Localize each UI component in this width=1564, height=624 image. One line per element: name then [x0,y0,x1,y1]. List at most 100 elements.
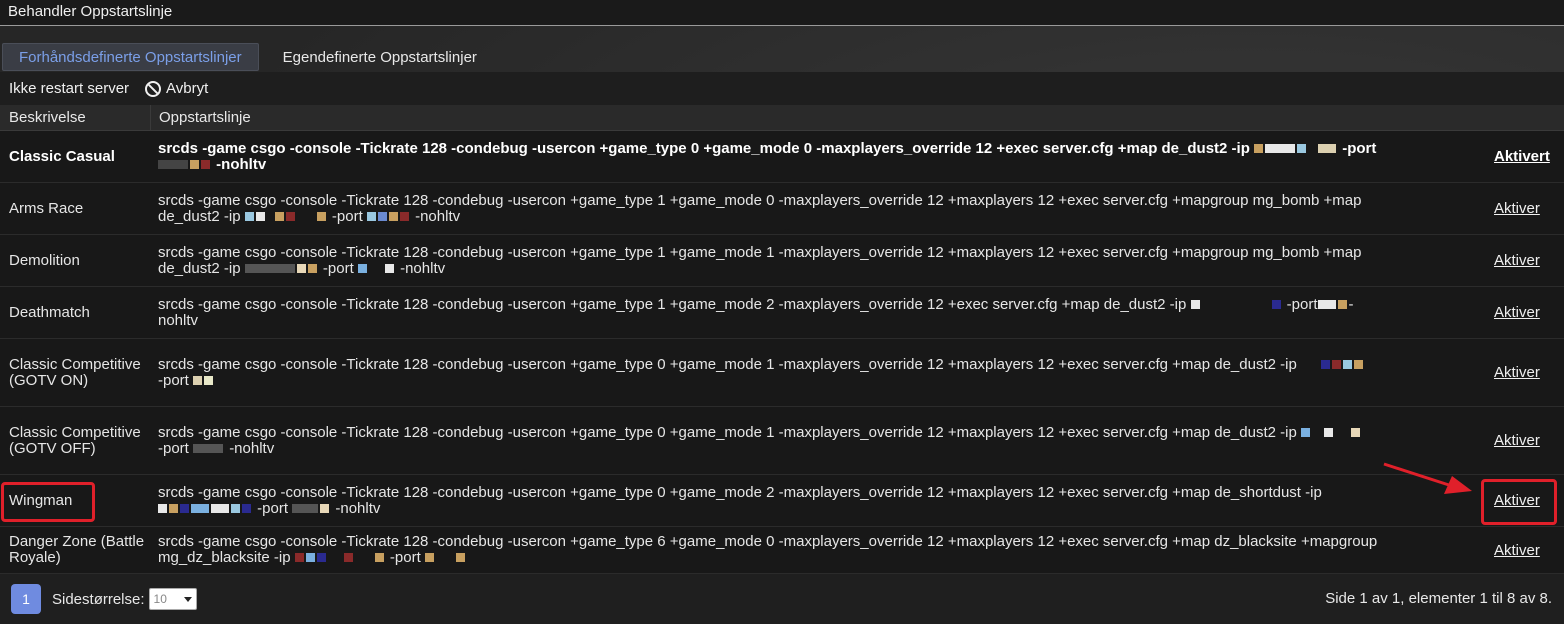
redacted-pixel [190,159,199,169]
redacted-pixel [211,503,229,513]
redacted-pixel [1300,427,1310,437]
row-description: Classic Competitive (GOTV OFF) [9,423,141,457]
redacted-pixel [193,375,203,385]
line-text: srcds -game csgo -console -Tickrate 128 … [158,533,1378,550]
table-row: Wingman srcds -game csgo -console -Tickr… [0,475,1564,527]
header-startup-line[interactable]: Oppstartslinje [150,104,1486,131]
redacted-pixel [1265,143,1296,153]
activate-link[interactable]: Aktiver [1494,304,1540,321]
page-size-select[interactable]: 10 [148,588,197,610]
line-text: srcds -game csgo -console -Tickrate 128 … [158,355,1297,373]
redacted-pixel [455,553,465,562]
table-row: Deathmatch srcds -game csgo -console -Ti… [0,287,1564,339]
redacted-pixel [343,553,353,562]
row-startup-line: srcds -game csgo -console -Tickrate 128 … [150,423,1486,457]
no-restart-label: Ikke restart server [9,80,130,97]
line-text: -port [158,371,189,389]
window-title: Behandler Oppstartslinje [0,0,1564,26]
redacted-pixel [384,263,394,273]
line-text: srcds -game csgo -console -Tickrate 128 … [158,423,1297,441]
redacted-pixel [244,211,254,221]
startup-line-manager-window: Behandler Oppstartslinje Forhåndsdefiner… [0,0,1564,624]
redacted-pixel [285,211,295,221]
redacted-pixel [158,159,188,169]
redacted-pixel [1342,359,1352,369]
line-text: de_dust2 -ip [158,207,241,225]
line-text: -nohltv [216,155,267,173]
row-description: Danger Zone (Battle Royale) [9,533,145,566]
startup-lines-table: Beskrivelse Oppstartslinje Classic Casua… [0,104,1564,574]
tab-predefined[interactable]: Forhåndsdefinerte Oppstartslinjer [2,43,259,71]
activate-link[interactable]: Aktiver [1494,252,1540,269]
chevron-down-icon [183,596,192,602]
activate-link[interactable]: Aktiver [1494,364,1540,381]
row-description: Deathmatch [9,303,90,321]
redacted-pixel [1271,299,1281,309]
redacted-pixel [1318,143,1337,153]
activated-link[interactable]: Aktivert [1494,148,1550,165]
line-text: -nohltv [415,207,461,225]
row-description: Arms Race [9,199,84,217]
row-startup-line: srcds -game csgo -console -Tickrate 128 … [150,243,1486,277]
table-header: Beskrivelse Oppstartslinje [0,104,1564,131]
page-size-value: 10 [153,592,167,606]
cancel-button[interactable]: Avbryt [145,80,208,97]
activate-link[interactable]: Aktiver [1494,432,1540,449]
line-text: -port [389,549,421,566]
row-startup-line: srcds -game csgo -console -Tickrate 128 … [150,355,1486,389]
redacted-pixel [357,263,367,273]
table-row: Demolition srcds -game csgo -console -Ti… [0,235,1564,287]
redacted-pixel [316,211,326,221]
redacted-pixel [244,263,295,273]
redacted-pixel [1317,299,1336,309]
redacted-pixel [204,375,214,385]
redacted-pixel [158,503,167,513]
table-row: Arms Race srcds -game csgo -console -Tic… [0,183,1564,235]
tab-custom[interactable]: Egendefinerte Oppstartslinjer [259,43,493,71]
table-row: Danger Zone (Battle Royale) srcds -game … [0,527,1564,574]
line-text: srcds -game csgo -console -Tickrate 128 … [158,243,1362,261]
row-description: Demolition [9,251,80,269]
redacted-pixel [1320,359,1330,369]
header-description[interactable]: Beskrivelse [0,109,150,126]
redacted-pixel [305,553,315,562]
line-text: -port [331,207,363,225]
cancel-icon [145,80,162,97]
line-text: srcds -game csgo -console -Tickrate 128 … [158,191,1362,209]
activate-highlight-box [1481,479,1557,525]
cancel-label: Avbryt [166,80,209,97]
tab-bar: Forhåndsdefinerte Oppstartslinjer Egende… [0,35,1564,71]
row-startup-line: srcds -game csgo -console -Tickrate 128 … [150,191,1486,225]
redacted-pixel [255,211,265,221]
redacted-pixel [274,211,284,221]
table-row: Classic Casual srcds -game csgo -console… [0,131,1564,183]
redacted-pixel [1190,299,1200,309]
toolbar: Ikke restart server Avbryt [0,72,1564,105]
redacted-pixel [201,159,210,169]
page-1-button[interactable]: 1 [11,584,41,614]
redacted-pixel [231,503,240,513]
redacted-pixel [320,503,330,513]
redacted-pixel [292,503,319,513]
redacted-pixel [1331,359,1341,369]
line-text: srcds -game csgo -console -Tickrate 128 … [158,139,1250,157]
page-info: Side 1 av 1, elementer 1 til 8 av 8. [1325,590,1552,607]
redacted-pixel [377,211,387,221]
no-restart-button[interactable]: Ikke restart server [9,80,129,97]
line-text: nohltv [158,311,199,329]
redacted-pixel [296,263,306,273]
table-row: Classic Competitive (GOTV OFF) srcds -ga… [0,407,1564,475]
line-text: -nohltv [229,439,275,457]
redacted-pixel [193,443,224,453]
redacted-pixel [294,553,304,562]
line-text: -port [1342,139,1377,157]
activate-link[interactable]: Aktiver [1494,200,1540,217]
activate-link[interactable]: Aktiver [1494,542,1540,559]
redacted-pixel [180,503,189,513]
line-text: -port [158,439,189,457]
redacted-pixel [1297,143,1307,153]
redacted-pixel [1323,427,1333,437]
line-text: -port [1286,295,1318,313]
line-text: - [1348,295,1354,313]
row-description: Classic Casual [9,147,115,165]
